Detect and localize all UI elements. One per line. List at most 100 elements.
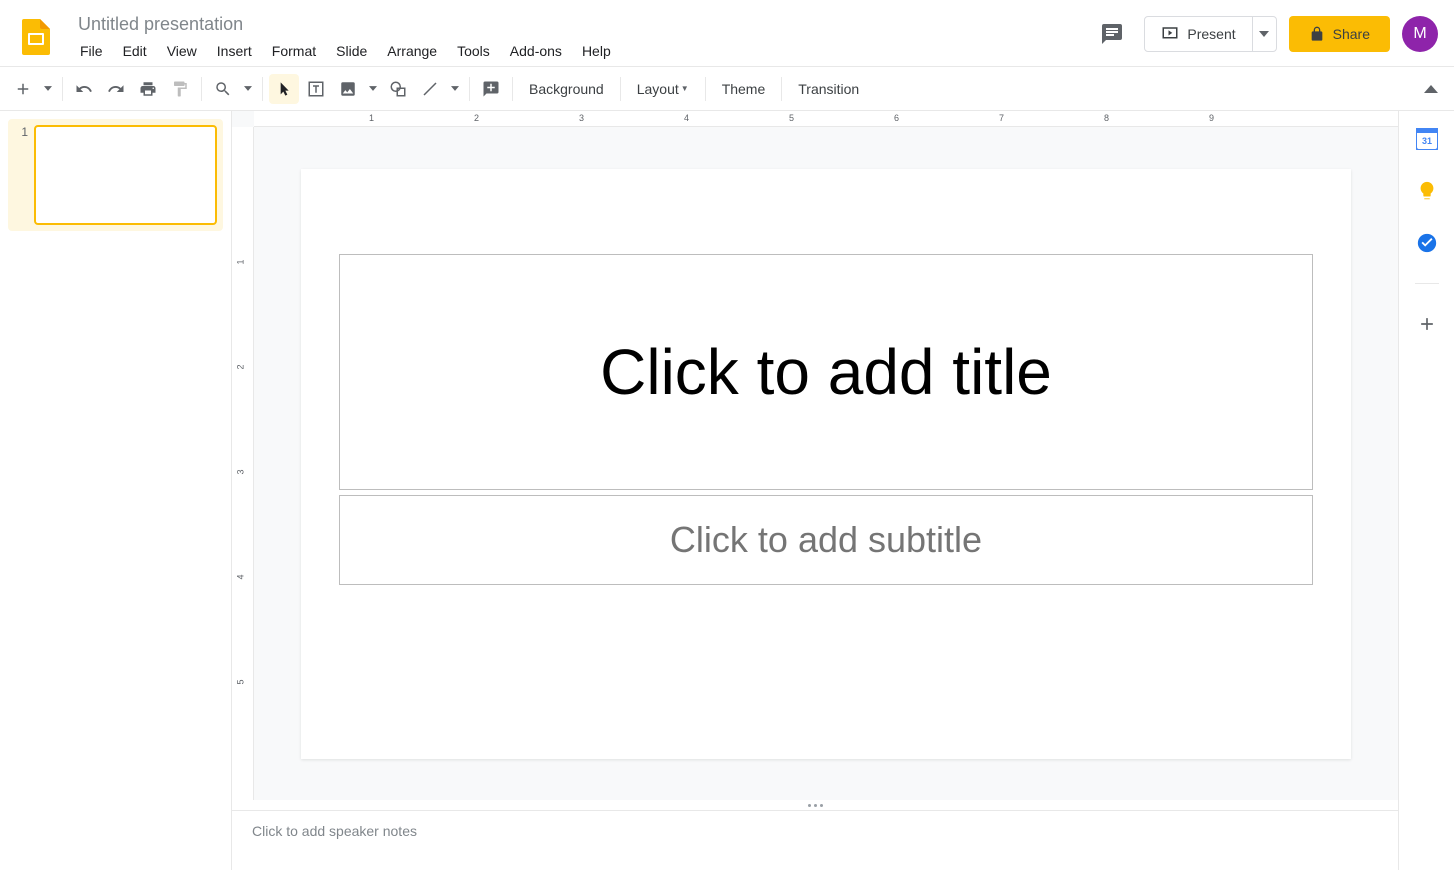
chevron-down-icon: ▼ xyxy=(681,84,689,93)
collapse-toolbar-button[interactable] xyxy=(1416,74,1446,104)
tasks-app-icon[interactable] xyxy=(1415,231,1439,255)
add-app-button[interactable] xyxy=(1415,312,1439,336)
ruler-tick: 1 xyxy=(236,259,246,264)
subtitle-placeholder-text: Click to add subtitle xyxy=(670,519,982,561)
line-dropdown[interactable] xyxy=(447,74,463,104)
canvas[interactable]: Click to add title Click to add subtitle xyxy=(254,127,1398,800)
header: Untitled presentation File Edit View Ins… xyxy=(0,0,1454,67)
image-tool[interactable] xyxy=(333,74,363,104)
present-label: Present xyxy=(1187,26,1235,42)
ruler-tick: 5 xyxy=(789,113,794,123)
vertical-ruler[interactable]: 1 2 3 4 5 xyxy=(232,127,254,800)
ruler-tick: 3 xyxy=(236,469,246,474)
horizontal-ruler[interactable]: 1 2 3 4 5 6 7 8 9 xyxy=(254,111,1398,127)
calendar-app-icon[interactable]: 31 xyxy=(1415,127,1439,151)
ruler-tick: 3 xyxy=(579,113,584,123)
editor-body: 1 2 3 4 5 Click to add title Click to ad… xyxy=(232,127,1398,800)
ruler-tick: 1 xyxy=(369,113,374,123)
shape-tool[interactable] xyxy=(383,74,413,104)
present-button[interactable]: Present xyxy=(1145,17,1251,51)
undo-button[interactable] xyxy=(69,74,99,104)
menu-edit[interactable]: Edit xyxy=(115,39,155,63)
textbox-icon xyxy=(307,80,325,98)
zoom-dropdown[interactable] xyxy=(240,74,256,104)
speaker-notes[interactable]: Click to add speaker notes xyxy=(232,810,1398,870)
menu-tools[interactable]: Tools xyxy=(449,39,498,63)
chevron-down-icon xyxy=(1259,31,1269,37)
menu-insert[interactable]: Insert xyxy=(209,39,260,63)
separator xyxy=(620,77,621,101)
menu-help[interactable]: Help xyxy=(574,39,619,63)
share-label: Share xyxy=(1333,26,1370,42)
lock-icon xyxy=(1309,26,1325,42)
menu-addons[interactable]: Add-ons xyxy=(502,39,570,63)
ruler-tick: 4 xyxy=(236,574,246,579)
ruler-tick: 7 xyxy=(999,113,1004,123)
side-panel: 31 xyxy=(1398,111,1454,870)
menu-format[interactable]: Format xyxy=(264,39,324,63)
menu-file[interactable]: File xyxy=(72,39,111,63)
present-dropdown[interactable] xyxy=(1252,17,1276,51)
new-slide-button[interactable] xyxy=(8,74,38,104)
title-placeholder-text: Click to add title xyxy=(600,335,1052,409)
menu-slide[interactable]: Slide xyxy=(328,39,375,63)
drag-dots-icon xyxy=(808,804,823,807)
title-placeholder[interactable]: Click to add title xyxy=(339,254,1313,490)
add-comment-icon xyxy=(482,80,500,98)
plus-icon xyxy=(1417,314,1437,334)
image-dropdown[interactable] xyxy=(365,74,381,104)
redo-button[interactable] xyxy=(101,74,131,104)
header-right: Present Share M xyxy=(1092,14,1438,54)
comment-tool[interactable] xyxy=(476,74,506,104)
separator xyxy=(469,77,470,101)
ruler-tick: 5 xyxy=(236,679,246,684)
undo-icon xyxy=(75,80,93,98)
chevron-down-icon xyxy=(369,86,377,91)
ruler-tick: 2 xyxy=(474,113,479,123)
print-icon xyxy=(139,80,157,98)
separator xyxy=(781,77,782,101)
separator xyxy=(512,77,513,101)
paint-roller-icon xyxy=(171,80,189,98)
chevron-up-icon xyxy=(1424,85,1438,93)
paint-format-button[interactable] xyxy=(165,74,195,104)
select-tool[interactable] xyxy=(269,74,299,104)
share-button[interactable]: Share xyxy=(1289,16,1390,52)
account-avatar[interactable]: M xyxy=(1402,16,1438,52)
menu-arrange[interactable]: Arrange xyxy=(379,39,445,63)
theme-button[interactable]: Theme xyxy=(712,74,776,104)
comment-icon xyxy=(1100,22,1124,46)
image-icon xyxy=(339,80,357,98)
line-icon xyxy=(421,80,439,98)
background-button[interactable]: Background xyxy=(519,74,614,104)
notes-resize-handle[interactable] xyxy=(232,800,1398,810)
ruler-tick: 8 xyxy=(1104,113,1109,123)
subtitle-placeholder[interactable]: Click to add subtitle xyxy=(339,495,1313,585)
slide[interactable]: Click to add title Click to add subtitle xyxy=(301,169,1351,759)
textbox-tool[interactable] xyxy=(301,74,331,104)
redo-icon xyxy=(107,80,125,98)
chevron-down-icon xyxy=(451,86,459,91)
slides-logo[interactable] xyxy=(16,17,56,57)
separator xyxy=(201,77,202,101)
new-slide-dropdown[interactable] xyxy=(40,74,56,104)
filmstrip[interactable]: 1 xyxy=(0,111,232,870)
print-button[interactable] xyxy=(133,74,163,104)
comments-button[interactable] xyxy=(1092,14,1132,54)
separator xyxy=(62,77,63,101)
svg-text:31: 31 xyxy=(1421,136,1431,146)
editor-area: 1 2 3 4 5 6 7 8 9 1 2 3 4 5 Click to add… xyxy=(232,111,1398,870)
line-tool[interactable] xyxy=(415,74,445,104)
slide-thumbnail[interactable] xyxy=(34,125,217,225)
menu-view[interactable]: View xyxy=(159,39,205,63)
zoom-button[interactable] xyxy=(208,74,238,104)
keep-app-icon[interactable] xyxy=(1415,179,1439,203)
layout-button[interactable]: Layout ▼ xyxy=(627,74,699,104)
cursor-icon xyxy=(276,81,292,97)
ruler-tick: 9 xyxy=(1209,113,1214,123)
separator xyxy=(705,77,706,101)
slide-thumbnail-row[interactable]: 1 xyxy=(8,119,223,231)
ruler-tick: 6 xyxy=(894,113,899,123)
transition-button[interactable]: Transition xyxy=(788,74,869,104)
present-group: Present xyxy=(1144,16,1276,52)
